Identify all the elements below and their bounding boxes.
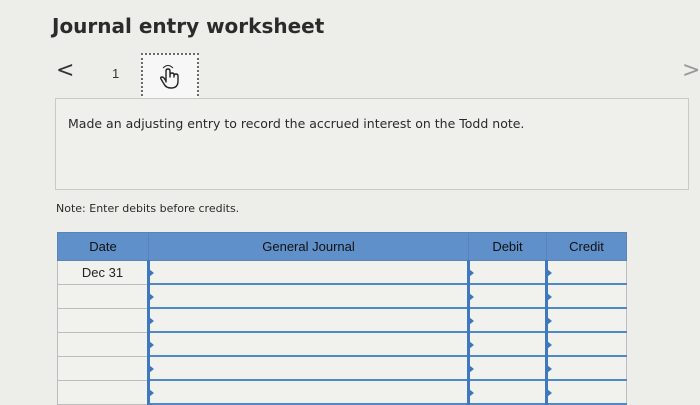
credit-input[interactable] bbox=[545, 379, 627, 405]
account-input[interactable] bbox=[147, 307, 469, 333]
table-row: Dec 31 bbox=[57, 260, 627, 285]
debit-input[interactable] bbox=[467, 283, 547, 309]
account-input[interactable] bbox=[147, 283, 469, 309]
debit-input[interactable] bbox=[467, 379, 547, 405]
entry-description: Made an adjusting entry to record the ac… bbox=[68, 116, 525, 131]
column-header-credit: Credit bbox=[546, 232, 627, 261]
credit-input[interactable] bbox=[545, 331, 627, 357]
debit-input[interactable] bbox=[467, 331, 547, 357]
hand-pointer-icon bbox=[159, 64, 179, 89]
debit-input[interactable] bbox=[467, 307, 547, 333]
date-cell: Dec 31 bbox=[57, 260, 149, 285]
journal-table: Date General Journal Debit Credit Dec 31 bbox=[57, 232, 627, 405]
credit-input[interactable] bbox=[545, 260, 627, 285]
entry-tab-selected[interactable] bbox=[141, 53, 199, 100]
column-header-debit: Debit bbox=[468, 232, 547, 261]
next-arrow-icon[interactable]: > bbox=[682, 58, 700, 83]
account-input[interactable] bbox=[147, 331, 469, 357]
table-row bbox=[57, 355, 627, 381]
credit-input[interactable] bbox=[545, 355, 627, 381]
table-row bbox=[57, 283, 627, 309]
credit-input[interactable] bbox=[545, 307, 627, 333]
column-header-date: Date bbox=[57, 232, 149, 261]
column-header-general-journal: General Journal bbox=[148, 232, 469, 261]
account-input[interactable] bbox=[147, 355, 469, 381]
table-row bbox=[57, 379, 627, 405]
account-input[interactable] bbox=[147, 379, 469, 405]
date-cell bbox=[57, 331, 149, 357]
date-cell bbox=[57, 355, 149, 381]
table-row bbox=[57, 307, 627, 333]
table-row bbox=[57, 331, 627, 357]
header-row: Date General Journal Debit Credit bbox=[57, 232, 627, 261]
previous-arrow-icon[interactable]: < bbox=[56, 58, 74, 83]
date-cell bbox=[57, 379, 149, 405]
date-cell bbox=[57, 307, 149, 333]
debit-input[interactable] bbox=[467, 355, 547, 381]
description-box bbox=[55, 98, 689, 190]
date-cell bbox=[57, 283, 149, 309]
debit-input[interactable] bbox=[467, 260, 547, 285]
note-text: Note: Enter debits before credits. bbox=[56, 202, 240, 215]
credit-input[interactable] bbox=[545, 283, 627, 309]
entry-number-tab[interactable]: 1 bbox=[112, 66, 119, 81]
page-title: Journal entry worksheet bbox=[52, 14, 325, 38]
account-input[interactable] bbox=[147, 260, 469, 285]
